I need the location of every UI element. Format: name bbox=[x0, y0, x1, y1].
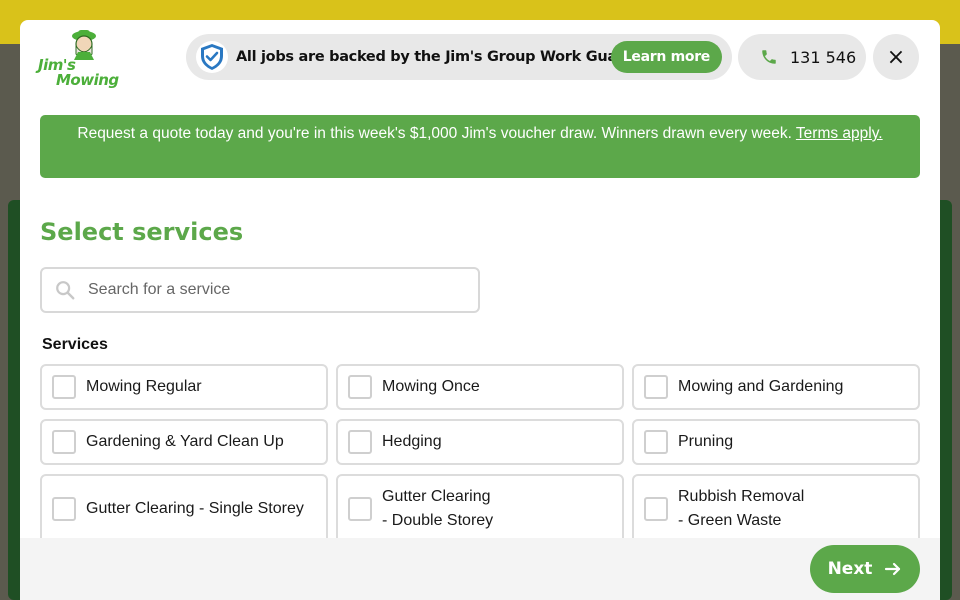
service-checkbox[interactable] bbox=[644, 497, 668, 521]
next-button[interactable]: Next bbox=[810, 545, 920, 593]
logo-wordmark: Jim's Mowing bbox=[38, 58, 122, 88]
service-checkbox[interactable] bbox=[52, 430, 76, 454]
logo-line-2: Mowing bbox=[56, 71, 119, 89]
shield-check-icon bbox=[196, 41, 228, 73]
service-label: Mowing and Gardening bbox=[678, 378, 844, 395]
search-field[interactable] bbox=[40, 267, 480, 313]
service-label: Mowing Regular bbox=[86, 378, 202, 395]
jims-mowing-logo[interactable]: Jim's Mowing bbox=[38, 28, 122, 90]
service-checkbox[interactable] bbox=[348, 497, 372, 521]
service-label: Rubbish Removal - Green Waste bbox=[678, 488, 805, 529]
phone-button[interactable]: 131 546 bbox=[738, 34, 866, 80]
service-option[interactable]: Rubbish Removal - Green Waste bbox=[632, 474, 920, 544]
close-button[interactable]: × bbox=[873, 34, 919, 80]
modal-header: Jim's Mowing All jobs are backed by the … bbox=[20, 20, 940, 96]
service-label: Hedging bbox=[382, 433, 442, 450]
service-option[interactable]: Gutter Clearing - Single Storey bbox=[40, 474, 328, 544]
guarantee-text: All jobs are backed by the Jim's Group W… bbox=[236, 49, 669, 65]
phone-number: 131 546 bbox=[790, 47, 857, 67]
services-heading: Services bbox=[42, 336, 108, 353]
promo-text: Request a quote today and you're in this… bbox=[77, 125, 792, 142]
search-input[interactable] bbox=[88, 281, 468, 299]
service-checkbox[interactable] bbox=[348, 375, 372, 399]
close-icon: × bbox=[886, 44, 906, 70]
service-option[interactable]: Mowing Regular bbox=[40, 364, 328, 410]
page-title: Select services bbox=[40, 218, 244, 246]
service-option[interactable]: Mowing and Gardening bbox=[632, 364, 920, 410]
service-label: Mowing Once bbox=[382, 378, 480, 395]
service-modal: Jim's Mowing All jobs are backed by the … bbox=[20, 20, 940, 600]
service-option[interactable]: Pruning bbox=[632, 419, 920, 465]
service-option[interactable]: Hedging bbox=[336, 419, 624, 465]
learn-more-button[interactable]: Learn more bbox=[610, 41, 722, 73]
service-label: Gardening & Yard Clean Up bbox=[86, 433, 284, 450]
guarantee-banner: All jobs are backed by the Jim's Group W… bbox=[186, 34, 732, 80]
service-checkbox[interactable] bbox=[52, 497, 76, 521]
service-checkbox[interactable] bbox=[644, 375, 668, 399]
service-checkbox[interactable] bbox=[348, 430, 372, 454]
service-label: Gutter Clearing - Single Storey bbox=[86, 500, 304, 517]
service-label: Pruning bbox=[678, 433, 734, 450]
next-label: Next bbox=[827, 559, 873, 579]
promo-banner: Request a quote today and you're in this… bbox=[40, 115, 920, 178]
service-checkbox[interactable] bbox=[52, 375, 76, 399]
service-option[interactable]: Gardening & Yard Clean Up bbox=[40, 419, 328, 465]
terms-link[interactable]: Terms apply. bbox=[796, 125, 883, 142]
search-icon bbox=[56, 281, 75, 300]
service-option[interactable]: Mowing Once bbox=[336, 364, 624, 410]
service-checkbox[interactable] bbox=[644, 430, 668, 454]
phone-icon bbox=[762, 50, 776, 64]
service-label: Gutter Clearing - Double Storey bbox=[382, 488, 494, 529]
service-option[interactable]: Gutter Clearing - Double Storey bbox=[336, 474, 624, 544]
arrow-right-icon bbox=[885, 562, 901, 576]
modal-footer: Next bbox=[20, 538, 940, 600]
